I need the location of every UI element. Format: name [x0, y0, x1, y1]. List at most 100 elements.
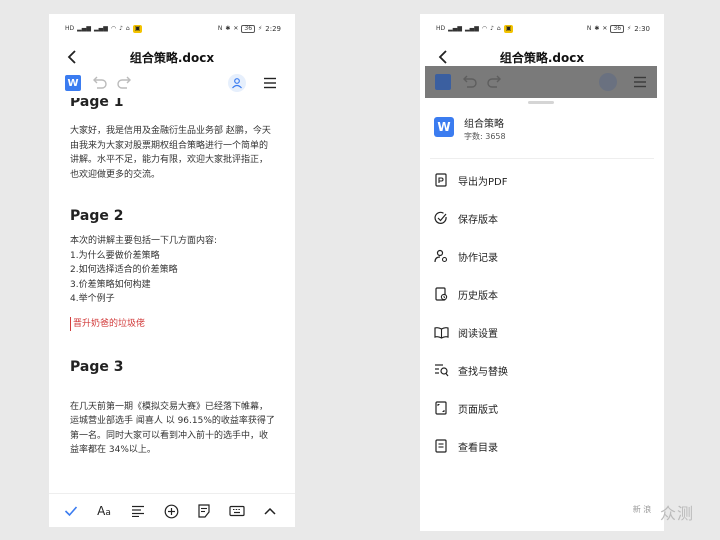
document-info: W 组合策略 字数: 3658	[434, 115, 654, 149]
silent-icon: ✕	[602, 25, 608, 32]
hamburger-menu-icon	[634, 76, 646, 88]
page-2-heading: Page 2	[70, 208, 124, 224]
menu-item-reading-settings[interactable]: 阅读设置	[432, 320, 654, 344]
word-count: 字数: 3658	[464, 132, 506, 141]
list-item: 本次的讲解主要包括一下几方面内容:	[70, 236, 218, 246]
signal-icon: ▂▄▆	[464, 25, 479, 32]
watermark: 新 浪 众测	[628, 496, 718, 530]
note-button[interactable]	[195, 502, 213, 520]
phone-screen-menu-open: HD ▂▄▆ ▂▄▆ ◠ ♪ ⌂ ▣ N ✱ ✕ 36 ⚡ 2:30 组合策略.…	[420, 14, 664, 531]
shield-icon: ⌂	[496, 25, 501, 32]
watermark-text: 众测	[660, 504, 695, 523]
redo-button[interactable]	[117, 75, 133, 91]
document-title: 组合策略.docx	[129, 51, 215, 65]
check-circle-icon	[432, 209, 450, 227]
edit-toolbar: Aa	[49, 493, 295, 527]
document-content[interactable]: Page 1 大家好，我是信用及金融衍生品业务部 赵鹏，今天由我来为大家对股票期…	[49, 98, 295, 487]
page-2-list: 本次的讲解主要包括一下几方面内容: 1.为什么要做价差策略 2.如何选择适合的价…	[70, 234, 275, 307]
sheet-drag-handle[interactable]	[528, 101, 554, 104]
insert-button[interactable]	[162, 502, 180, 520]
menu-item-label: 查找与替换	[458, 366, 508, 378]
title-bar: 组合策略.docx	[49, 44, 295, 70]
history-icon	[432, 285, 450, 303]
charging-icon: ⚡	[258, 25, 263, 32]
find-replace-icon	[432, 361, 450, 379]
menu-item-label: 查看目录	[458, 442, 498, 454]
bluetooth-icon: ✱	[594, 25, 600, 32]
wps-logo-icon	[435, 74, 451, 90]
page-layout-icon	[432, 399, 450, 417]
page-3-paragraph: 在几天前第一期《模拟交易大赛》已经落下帷幕，运城营业部选手 闻喜人 以 96.1…	[70, 401, 275, 456]
hamburger-menu-icon	[264, 77, 276, 89]
menu-item-label: 历史版本	[458, 290, 498, 302]
done-button[interactable]	[62, 502, 80, 520]
signal-icon: ▂▄▆	[93, 25, 108, 32]
redo-icon	[487, 75, 501, 88]
plus-circle-icon	[164, 504, 178, 518]
status-time: 2:30	[634, 25, 650, 33]
undo-button[interactable]	[91, 75, 107, 91]
menu-item-label: 协作记录	[458, 252, 498, 264]
menu-item-save-version[interactable]: 保存版本	[432, 206, 654, 230]
list-item: 3.价差策略如何构建	[70, 279, 151, 290]
menu-item-find-replace[interactable]: 查找与替换	[432, 358, 654, 382]
expand-toolbar-button[interactable]	[261, 502, 279, 520]
menu-item-page-layout[interactable]: 页面版式	[432, 396, 654, 420]
wps-document-icon: W	[434, 117, 454, 137]
menu-item-label: 阅读设置	[458, 328, 498, 340]
page-1-heading: Page 1	[70, 98, 124, 110]
align-left-icon	[132, 505, 144, 517]
keyboard-icon	[229, 505, 245, 517]
check-icon	[64, 506, 78, 517]
paragraph-button[interactable]	[129, 502, 147, 520]
pdf-export-icon	[432, 171, 450, 189]
page-3-heading: Page 3	[70, 358, 124, 375]
doc-toolbar: W	[49, 72, 295, 96]
bluetooth-icon: ✱	[225, 25, 231, 32]
hd-icon: HD	[436, 25, 446, 32]
notification-badge-icon: ▣	[503, 25, 514, 33]
collaborator-avatar-button[interactable]	[228, 74, 246, 92]
nfc-icon: N	[586, 25, 592, 32]
redo-icon	[117, 76, 131, 89]
menu-item-label: 保存版本	[458, 214, 498, 226]
toc-icon	[432, 437, 450, 455]
tiktok-icon: ♪	[490, 25, 494, 32]
status-bar: HD ▂▄▆ ▂▄▆ ◠ ♪ ⌂ ▣ N ✱ ✕ 36 ⚡ 2:30	[420, 14, 664, 44]
menu-button[interactable]	[262, 75, 278, 91]
phone-screen-document-view: HD ▂▄▆ ▂▄▆ ◠ ♪ ⌂ ▣ N ✱ ✕ 36 ⚡ 2:29 组合策略.…	[49, 14, 295, 527]
menu-item-label: 导出为PDF	[458, 176, 508, 188]
signal-icon: ▂▄▆	[77, 25, 91, 32]
battery-icon: 36	[610, 25, 625, 33]
keyboard-button[interactable]	[228, 502, 246, 520]
menu-item-label: 页面版式	[458, 404, 498, 416]
note-edit-icon	[198, 504, 210, 518]
watermark-badge: 新 浪	[628, 496, 656, 524]
wifi-icon: ◠	[481, 25, 488, 32]
list-item: 1.为什么要做价差策略	[70, 250, 160, 261]
nfc-icon: N	[217, 25, 223, 32]
battery-icon: 36	[241, 25, 256, 33]
list-item: 2.如何选择适合的价差策略	[70, 265, 178, 275]
dimmed-toolbar-overlay[interactable]	[425, 66, 657, 98]
document-title: 组合策略.docx	[499, 51, 585, 65]
menu-item-collaboration-log[interactable]: 协作记录	[432, 244, 654, 268]
font-button[interactable]: Aa	[95, 502, 113, 520]
chevron-up-icon	[264, 507, 276, 515]
menu-item-export-pdf[interactable]: 导出为PDF	[432, 168, 654, 192]
wps-logo-icon[interactable]: W	[65, 75, 81, 91]
undo-icon	[93, 76, 107, 89]
menu-item-history-version[interactable]: 历史版本	[432, 282, 654, 306]
shield-icon: ⌂	[125, 25, 130, 32]
font-style-icon: Aa	[97, 504, 111, 518]
divider	[430, 158, 654, 159]
menu-item-table-of-contents[interactable]: 查看目录	[432, 434, 654, 458]
silent-icon: ✕	[233, 25, 239, 32]
user-icon	[599, 73, 617, 91]
tiktok-icon: ♪	[119, 25, 123, 32]
list-item: 4.举个例子	[70, 294, 115, 304]
wifi-icon: ◠	[110, 25, 117, 32]
notification-badge-icon: ▣	[132, 25, 143, 33]
user-icon	[232, 78, 242, 89]
hd-icon: HD	[65, 25, 75, 32]
